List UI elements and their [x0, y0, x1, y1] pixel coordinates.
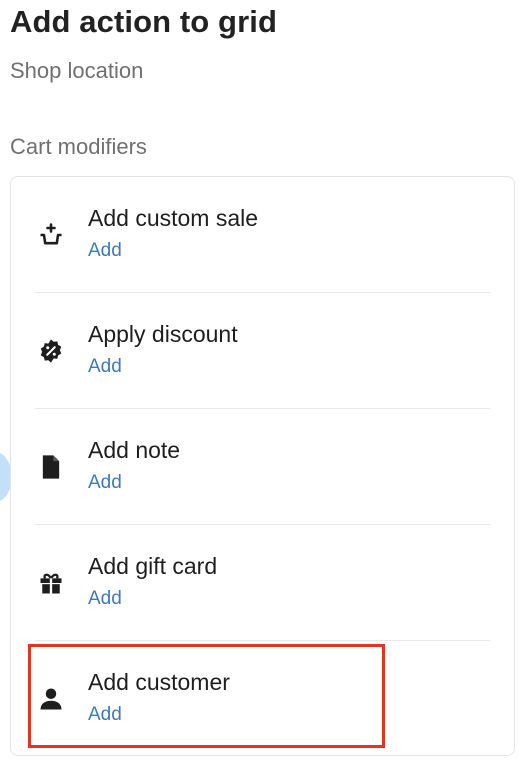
person-icon — [37, 685, 65, 713]
discount-badge-icon — [37, 337, 65, 365]
item-label: Add note — [88, 437, 181, 463]
add-link[interactable]: Add — [88, 704, 122, 726]
list-item-apply-discount[interactable]: Apply discount Add — [11, 293, 514, 409]
add-link[interactable]: Add — [88, 356, 122, 378]
add-link[interactable]: Add — [88, 472, 122, 494]
cart-modifiers-list: Add custom sale Add Apply discount Add A… — [10, 176, 515, 756]
add-link[interactable]: Add — [88, 588, 122, 610]
location-subtitle: Shop location — [10, 58, 144, 83]
section-label-cart-modifiers: Cart modifiers — [10, 134, 147, 159]
note-document-icon — [37, 453, 65, 481]
list-item-add-custom-sale[interactable]: Add custom sale Add — [11, 177, 514, 293]
page-title: Add action to grid — [10, 4, 277, 39]
item-label: Add custom sale — [88, 205, 259, 231]
gift-icon — [37, 569, 65, 597]
item-label: Add gift card — [88, 553, 218, 579]
item-label: Add customer — [88, 669, 230, 695]
basket-plus-icon — [37, 221, 65, 249]
list-item-add-note[interactable]: Add note Add — [11, 409, 514, 525]
item-label: Apply discount — [88, 321, 238, 347]
list-item-add-customer[interactable]: Add customer Add — [11, 641, 514, 757]
add-link[interactable]: Add — [88, 240, 122, 262]
list-item-add-gift-card[interactable]: Add gift card Add — [11, 525, 514, 641]
